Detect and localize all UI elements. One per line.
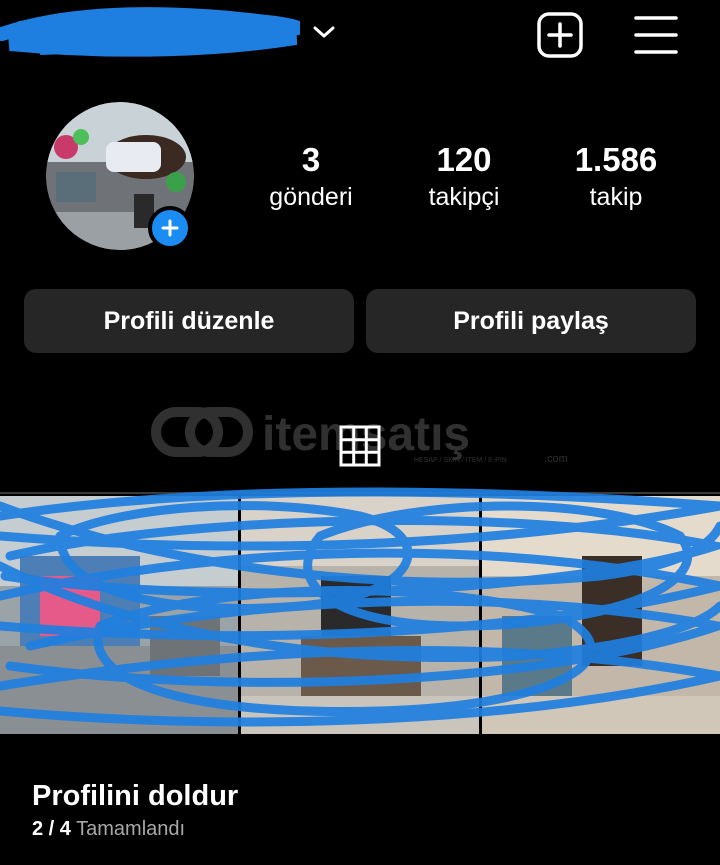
stat-following[interactable]: 1.586 takip [541,140,691,212]
plus-icon [161,219,179,237]
post-thumbnail[interactable] [0,496,238,734]
post-thumbnail[interactable] [241,496,479,734]
stat-posts[interactable]: 3 gönderi [236,140,386,212]
tab-indicator [0,492,720,494]
grid-icon[interactable] [338,424,382,468]
complete-profile-title: Profilini doldur [32,780,239,812]
progress-count: 2 / 4 [32,818,71,840]
add-story-button[interactable] [148,206,192,250]
stat-followers[interactable]: 120 takipçi [389,140,539,212]
posts-grid [0,496,720,734]
following-label: takip [589,183,643,211]
new-post-button[interactable] [536,11,584,59]
top-bar: ac [0,0,720,75]
watermark-tagline: HESAP / SKIN / ITEM / E-PIN [414,457,507,464]
posts-label: gönderi [269,183,353,211]
post-thumbnail[interactable] [482,496,720,734]
profile-avatar[interactable] [46,102,196,252]
posts-count: 3 [301,141,321,178]
followers-label: takipçi [428,183,500,211]
progress-label: Tamamlandı [76,818,186,840]
chevron-down-icon[interactable] [312,22,336,42]
edit-profile-button[interactable]: Profili düzenle [24,289,354,353]
share-profile-button[interactable]: Profili paylaş [366,289,696,353]
hamburger-menu-icon[interactable] [632,13,680,57]
scribble-redaction [0,7,300,57]
following-count: 1.586 [574,141,658,178]
complete-profile-progress: 2 / 4 Tamamlandı [32,818,185,841]
watermark-suffix: .com [544,453,568,465]
followers-count: 120 [436,141,492,178]
